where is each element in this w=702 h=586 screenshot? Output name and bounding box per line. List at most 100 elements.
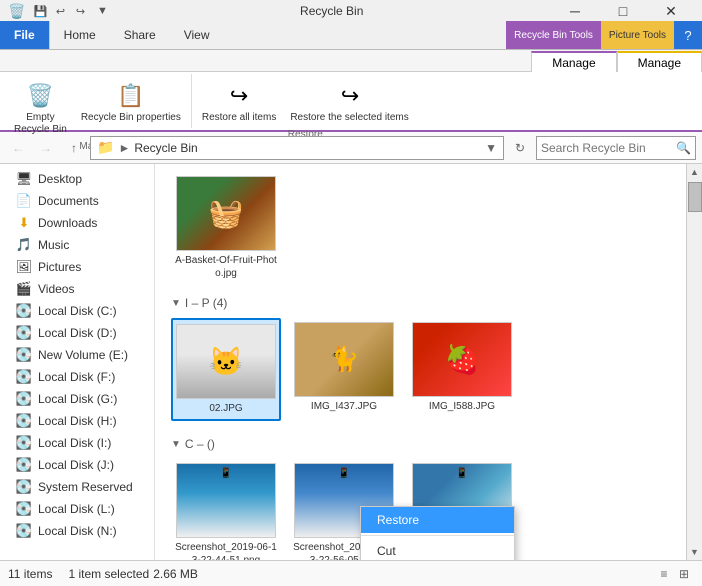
ctx-restore[interactable]: Restore bbox=[361, 507, 514, 533]
sidebar-item-documents[interactable]: 📄 Documents bbox=[0, 190, 154, 212]
sidebar-item-n[interactable]: 💽 Local Disk (N:) bbox=[0, 520, 154, 542]
qa-more[interactable]: ▼ bbox=[93, 2, 111, 20]
sidebar-label-d: Local Disk (D:) bbox=[38, 326, 117, 340]
tab-view[interactable]: View bbox=[170, 21, 224, 49]
file-content: 🧺 A-Basket-Of-Fruit-Photo.jpg ▼ I – P (4… bbox=[155, 164, 702, 560]
scroll-down[interactable]: ▼ bbox=[687, 544, 702, 560]
file-grid: 🧺 A-Basket-Of-Fruit-Photo.jpg ▼ I – P (4… bbox=[155, 164, 702, 560]
selected-size: 2.66 MB bbox=[153, 567, 198, 581]
sidebar-item-j[interactable]: 💽 Local Disk (J:) bbox=[0, 454, 154, 476]
file-name-img1588: IMG_I588.JPG bbox=[429, 400, 495, 413]
view-grid-btn[interactable]: ⊞ bbox=[674, 564, 694, 584]
disk-i-icon: 💽 bbox=[16, 435, 32, 451]
sidebar-item-e[interactable]: 💽 New Volume (E:) bbox=[0, 344, 154, 366]
empty-recycle-bin-button[interactable]: 🗑️ Empty Recycle Bin bbox=[8, 76, 73, 140]
sidebar-item-l[interactable]: 💽 Local Disk (L:) bbox=[0, 498, 154, 520]
restore-selected-label: Restore the selected items bbox=[290, 112, 408, 124]
disk-c-icon: 💽 bbox=[16, 303, 32, 319]
qa-save[interactable]: 💾 bbox=[31, 2, 49, 20]
qa-undo[interactable]: ↩ bbox=[51, 2, 69, 20]
disk-j-icon: 💽 bbox=[16, 457, 32, 473]
app-icon: 🗑️ bbox=[8, 3, 25, 20]
empty-bin-label: Empty Recycle Bin bbox=[14, 112, 67, 136]
search-input[interactable] bbox=[541, 141, 676, 155]
section-header-ip[interactable]: ▼ I – P (4) bbox=[171, 292, 686, 314]
scroll-up[interactable]: ▲ bbox=[687, 164, 702, 180]
sidebar-item-c[interactable]: 💽 Local Disk (C:) bbox=[0, 300, 154, 322]
help-button[interactable]: ? bbox=[674, 21, 702, 49]
sidebar-item-desktop[interactable]: 🖥 Desktop bbox=[0, 168, 154, 190]
quick-access-toolbar: 🗑️ 💾 ↩ ↪ ▼ Recycle Bin ─ □ ✕ bbox=[0, 0, 702, 22]
disk-g-icon: 💽 bbox=[16, 391, 32, 407]
ctx-cut[interactable]: Cut bbox=[361, 538, 514, 560]
sidebar-item-system[interactable]: 💽 System Reserved bbox=[0, 476, 154, 498]
restore-selected-button[interactable]: ↩ Restore the selected items bbox=[284, 76, 414, 128]
file-thumb-ss1: 📱 bbox=[176, 463, 276, 538]
nav-back[interactable]: ← bbox=[6, 136, 30, 160]
disk-system-icon: 💽 bbox=[16, 479, 32, 495]
vertical-scrollbar[interactable]: ▲ ▼ bbox=[686, 164, 702, 560]
sidebar-item-h[interactable]: 💽 Local Disk (H:) bbox=[0, 410, 154, 432]
file-item-img1588[interactable]: 🍓 IMG_I588.JPG bbox=[407, 318, 517, 421]
file-thumb-img1588: 🍓 bbox=[412, 322, 512, 397]
properties-label: Recycle Bin properties bbox=[81, 112, 181, 124]
sidebar-label-downloads: Downloads bbox=[38, 216, 97, 230]
file-thumb-basket: 🧺 bbox=[176, 176, 276, 251]
restore-all-items-button[interactable]: ↩ Restore all items bbox=[196, 76, 282, 128]
sidebar-item-music[interactable]: 🎵 Music bbox=[0, 234, 154, 256]
nav-forward[interactable]: → bbox=[34, 136, 58, 160]
tab-manage-recycle[interactable]: Manage bbox=[531, 51, 616, 72]
nav-up[interactable]: ↑ bbox=[62, 136, 86, 160]
address-box[interactable]: 📁 ► Recycle Bin ▼ bbox=[90, 136, 504, 160]
qa-redo[interactable]: ↪ bbox=[71, 2, 89, 20]
refresh-button[interactable]: ↻ bbox=[508, 136, 532, 160]
tab-manage-picture[interactable]: Manage bbox=[617, 51, 702, 72]
search-box[interactable]: 🔍 bbox=[536, 136, 696, 160]
file-item-ss1[interactable]: 📱 Screenshot_2019-06-13-22-44-51.png bbox=[171, 459, 281, 560]
ribbon-group-restore: ↩ Restore all items ↩ Restore the select… bbox=[192, 74, 419, 128]
restore-selected-icon: ↩ bbox=[334, 80, 366, 112]
scroll-thumb[interactable] bbox=[688, 182, 702, 212]
file-row-ip: 🐱 02.JPG 🐈 IMG_I437.JPG 🍓 IMG_I588.JPG bbox=[171, 314, 686, 425]
restore-all-icon: ↩ bbox=[223, 80, 255, 112]
sidebar-item-g[interactable]: 💽 Local Disk (G:) bbox=[0, 388, 154, 410]
sidebar-label-system: System Reserved bbox=[38, 480, 133, 494]
tab-file[interactable]: File bbox=[0, 21, 49, 49]
sidebar-label-pictures: Pictures bbox=[38, 260, 81, 274]
sidebar-label-music: Music bbox=[38, 238, 69, 252]
address-path: Recycle Bin bbox=[134, 141, 197, 155]
disk-n-icon: 💽 bbox=[16, 523, 32, 539]
view-list-btn[interactable]: ≡ bbox=[654, 564, 674, 584]
tab-home[interactable]: Home bbox=[49, 21, 110, 49]
titlebar-title: Recycle Bin bbox=[113, 4, 550, 18]
sidebar-item-d[interactable]: 💽 Local Disk (D:) bbox=[0, 322, 154, 344]
section-arrow-ip: ▼ bbox=[171, 298, 181, 309]
main-layout: 🖥 Desktop 📄 Documents ⬇ Downloads 🎵 Musi… bbox=[0, 164, 702, 560]
sidebar-item-i[interactable]: 💽 Local Disk (I:) bbox=[0, 432, 154, 454]
address-folder-icon: 📁 bbox=[97, 139, 114, 156]
sidebar-item-downloads[interactable]: ⬇ Downloads bbox=[0, 212, 154, 234]
disk-l-icon: 💽 bbox=[16, 501, 32, 517]
recycle-bin-properties-button[interactable]: 📋 Recycle Bin properties bbox=[75, 76, 187, 140]
pictures-icon: 🖼 bbox=[16, 259, 32, 275]
music-icon: 🎵 bbox=[16, 237, 32, 253]
restore-all-label: Restore all items bbox=[202, 112, 276, 124]
sidebar-label-j: Local Disk (J:) bbox=[38, 458, 114, 472]
sidebar-item-f[interactable]: 💽 Local Disk (F:) bbox=[0, 366, 154, 388]
documents-icon: 📄 bbox=[16, 193, 32, 209]
file-item-basket[interactable]: 🧺 A-Basket-Of-Fruit-Photo.jpg bbox=[171, 172, 281, 284]
section-header-c[interactable]: ▼ C – () bbox=[171, 433, 686, 455]
file-item-02[interactable]: 🐱 02.JPG bbox=[171, 318, 281, 421]
file-item-img1437[interactable]: 🐈 IMG_I437.JPG bbox=[289, 318, 399, 421]
address-dropdown[interactable]: ▼ bbox=[485, 141, 497, 155]
sidebar-label-e: New Volume (E:) bbox=[38, 348, 128, 362]
sidebar-label-desktop: Desktop bbox=[38, 172, 82, 186]
sidebar-label-documents: Documents bbox=[38, 194, 99, 208]
sidebar-item-pictures[interactable]: 🖼 Pictures bbox=[0, 256, 154, 278]
sidebar-label-l: Local Disk (L:) bbox=[38, 502, 115, 516]
disk-e-icon: 💽 bbox=[16, 347, 32, 363]
sidebar-item-videos[interactable]: 🎬 Videos bbox=[0, 278, 154, 300]
disk-h-icon: 💽 bbox=[16, 413, 32, 429]
tab-share[interactable]: Share bbox=[110, 21, 170, 49]
search-icon: 🔍 bbox=[676, 141, 691, 155]
